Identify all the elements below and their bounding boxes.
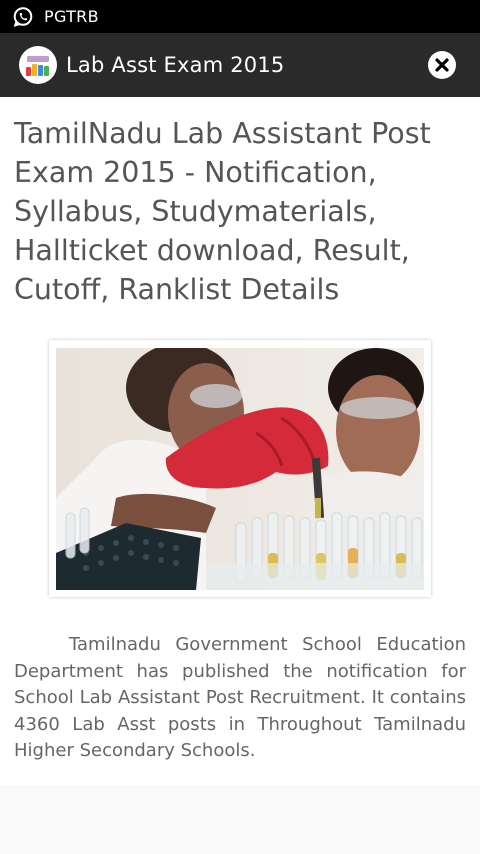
app-bar: Lab Asst Exam 2015 xyxy=(0,33,480,97)
close-icon[interactable] xyxy=(428,51,456,79)
app-title: Lab Asst Exam 2015 xyxy=(66,53,285,77)
whatsapp-icon xyxy=(12,6,34,28)
article-image-frame xyxy=(49,340,431,597)
article-body: Tamilnadu Government School Education De… xyxy=(14,634,466,761)
lab-scientists-test-tubes-photo xyxy=(56,348,424,590)
article-title: TamilNadu Lab Assistant Post Exam 2015 -… xyxy=(14,117,431,306)
status-app-name: PGTRB xyxy=(44,7,99,26)
app-logo-icon[interactable] xyxy=(19,46,57,84)
bottom-area xyxy=(0,785,480,854)
status-bar: PGTRB xyxy=(0,0,480,33)
